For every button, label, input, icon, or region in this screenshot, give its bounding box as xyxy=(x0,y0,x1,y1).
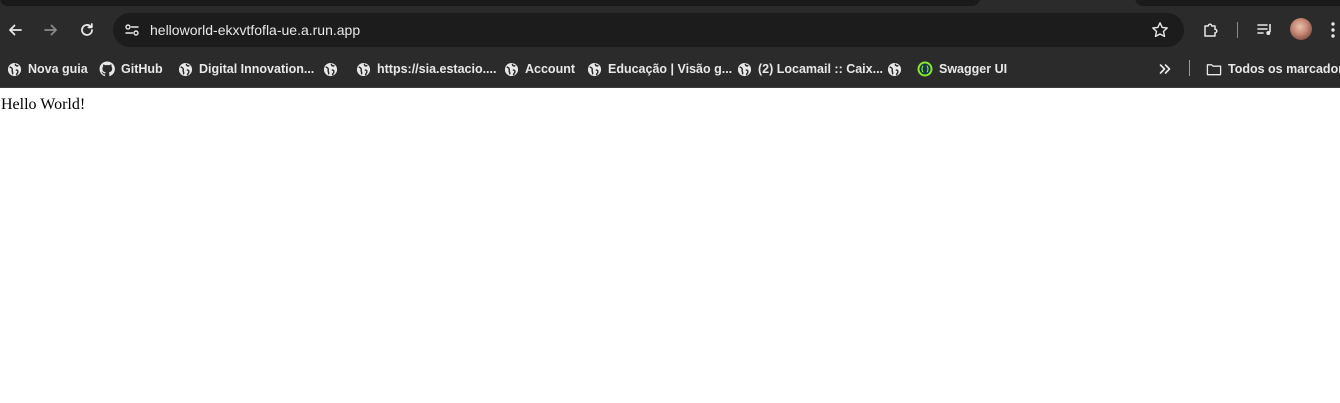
bookmark-educacao[interactable]: Educação | Visão g... xyxy=(586,59,732,79)
menu-button[interactable] xyxy=(1326,18,1340,42)
reload-button[interactable] xyxy=(73,16,101,44)
bookmark-swagger-ui[interactable]: Swagger UI xyxy=(917,59,1007,79)
star-icon xyxy=(1152,22,1168,38)
bookmarks-divider xyxy=(1189,60,1190,76)
swagger-icon xyxy=(917,61,933,77)
globe-icon xyxy=(6,61,22,77)
tab[interactable] xyxy=(1135,0,1340,6)
reload-icon xyxy=(81,23,93,36)
active-tab[interactable] xyxy=(0,0,980,6)
profile-avatar[interactable] xyxy=(1290,18,1312,40)
toolbar-divider xyxy=(1237,22,1238,38)
bookmark-star-button[interactable] xyxy=(1150,20,1170,40)
bookmarks-overflow-button[interactable] xyxy=(1157,59,1173,79)
globe-icon xyxy=(503,61,519,77)
all-bookmarks-label: Todos os marcadores xyxy=(1228,62,1340,76)
back-icon xyxy=(9,24,22,36)
menu-icon xyxy=(1331,22,1335,38)
bookmarks-bar: Nova guia GitHub Digital Innovation... h… xyxy=(0,52,1340,88)
forward-button[interactable] xyxy=(37,16,65,44)
back-button[interactable] xyxy=(1,16,29,44)
globe-icon xyxy=(886,61,902,77)
media-controls-button[interactable] xyxy=(1253,18,1277,42)
github-icon xyxy=(99,61,115,77)
bookmark-label: https://sia.estacio.... xyxy=(377,62,497,76)
page-body-text: Hello World! xyxy=(1,96,86,113)
extensions-icon xyxy=(1204,23,1218,37)
folder-icon xyxy=(1206,61,1222,77)
site-info-icon xyxy=(125,24,139,36)
extensions-button[interactable] xyxy=(1199,18,1223,42)
address-bar[interactable]: helloworld-ekxvtfofla-ue.a.run.app xyxy=(113,13,1184,47)
globe-icon xyxy=(322,61,338,77)
bookmark-account[interactable]: Account xyxy=(503,59,575,79)
bookmark-untitled-1[interactable] xyxy=(322,59,338,79)
forward-icon xyxy=(44,24,57,36)
page-content: Hello World! xyxy=(0,88,1340,403)
browser-toolbar: helloworld-ekxvtfofla-ue.a.run.app xyxy=(0,8,1340,52)
bookmark-label: (2) Locamail :: Caix... xyxy=(758,62,884,76)
bookmark-sia-estacio[interactable]: https://sia.estacio.... xyxy=(355,59,496,79)
bookmark-github[interactable]: GitHub xyxy=(99,59,163,79)
bookmark-label: Swagger UI xyxy=(939,62,1008,76)
bookmark-nova-guia[interactable]: Nova guia xyxy=(6,59,88,79)
bookmark-untitled-2[interactable] xyxy=(886,59,902,79)
bookmark-label: Educação | Visão g... xyxy=(608,62,733,76)
site-info-button[interactable] xyxy=(119,17,145,43)
tab-strip xyxy=(0,0,1340,8)
globe-icon xyxy=(586,61,602,77)
media-icon xyxy=(1257,24,1271,35)
url-text[interactable]: helloworld-ekxvtfofla-ue.a.run.app xyxy=(150,21,360,39)
bookmark-label: Account xyxy=(525,62,575,76)
globe-icon xyxy=(355,61,371,77)
globe-icon xyxy=(736,61,752,77)
bookmark-label: GitHub xyxy=(121,62,163,76)
all-bookmarks-button[interactable]: Todos os marcadores xyxy=(1206,59,1340,79)
chevron-double-right-icon xyxy=(1157,61,1173,77)
bookmark-locamail[interactable]: (2) Locamail :: Caix... xyxy=(736,59,883,79)
globe-icon xyxy=(177,61,193,77)
bookmark-digital-innovation[interactable]: Digital Innovation... xyxy=(177,59,314,79)
bookmark-label: Digital Innovation... xyxy=(199,62,315,76)
bookmark-label: Nova guia xyxy=(28,62,88,76)
